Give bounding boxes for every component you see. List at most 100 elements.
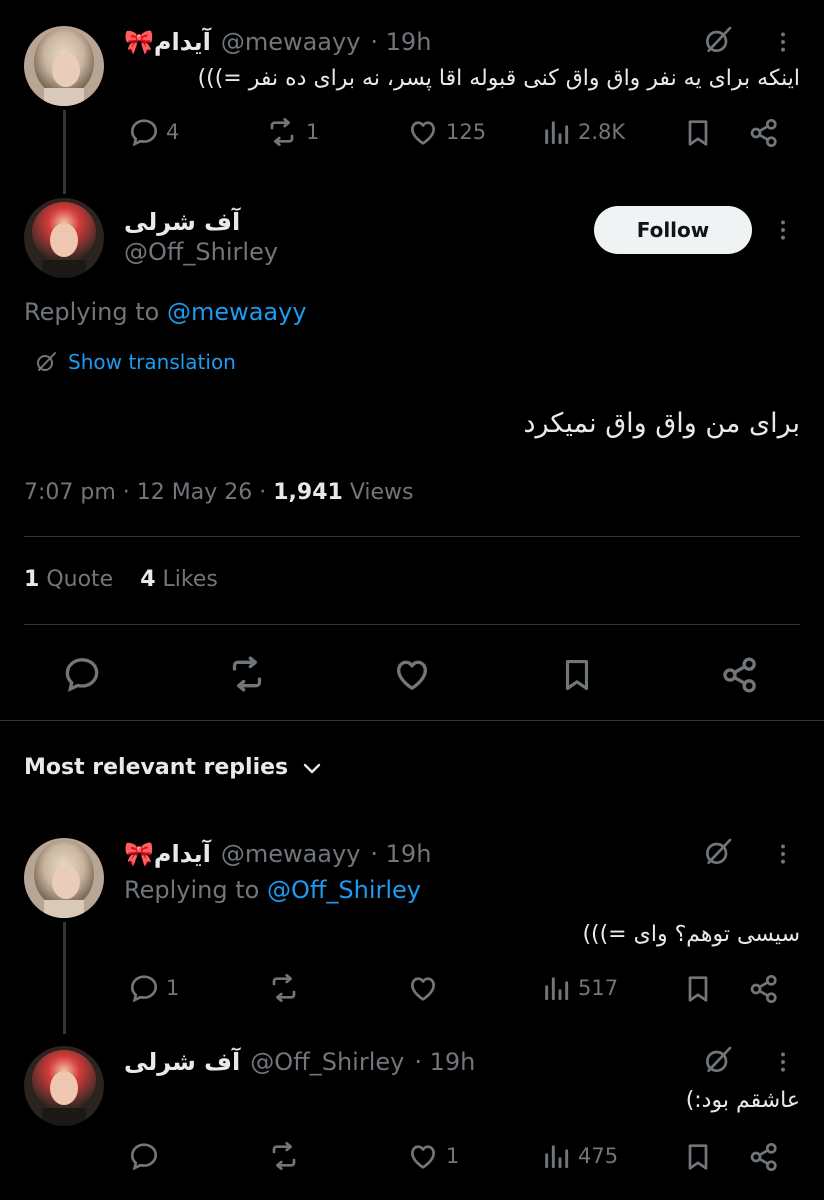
views-count: 475 bbox=[578, 1144, 619, 1168]
bookmark-icon[interactable] bbox=[682, 1140, 714, 1174]
like-count: 1 bbox=[446, 1144, 460, 1168]
retweet-button[interactable]: 1 bbox=[264, 116, 319, 148]
show-translation-label: Show translation bbox=[68, 350, 236, 374]
engagement-stats: 1 Quote 4 Likes bbox=[24, 567, 218, 592]
handle[interactable]: @mewaayy bbox=[221, 840, 361, 868]
retweet-icon[interactable] bbox=[226, 654, 268, 694]
tweet-text: برای من واق واق نمیکرد bbox=[523, 408, 800, 439]
tweet-meta: 7:07 pm · 12 May 26 · 1,941 Views bbox=[24, 480, 413, 505]
replying-label: Replying to bbox=[124, 876, 260, 904]
follow-button[interactable]: Follow bbox=[594, 206, 752, 254]
views-button[interactable]: 2.8K bbox=[540, 116, 625, 148]
replying-handle-link[interactable]: @Off_Shirley bbox=[267, 876, 421, 904]
display-name[interactable]: آیدام🎀 bbox=[124, 28, 211, 56]
reply-button[interactable] bbox=[128, 1140, 160, 1172]
reply-count: 1 bbox=[166, 976, 180, 1000]
retweet-button[interactable] bbox=[266, 972, 302, 1004]
handle[interactable]: @Off_Shirley bbox=[250, 1048, 404, 1076]
timestamp[interactable]: · 19h bbox=[370, 840, 431, 868]
replies-sort-dropdown[interactable]: Most relevant replies bbox=[24, 755, 324, 780]
heart-icon[interactable] bbox=[392, 654, 432, 694]
views-icon bbox=[540, 972, 572, 1004]
thread-line bbox=[63, 110, 66, 194]
grok-icon[interactable] bbox=[702, 836, 734, 868]
retweet-icon bbox=[264, 116, 300, 148]
like-count: 125 bbox=[446, 120, 487, 144]
replying-to: Replying to @Off_Shirley bbox=[124, 876, 421, 904]
display-name[interactable]: آیدام🎀 bbox=[124, 840, 211, 868]
tweet-header: آیدام🎀 @mewaayy · 19h bbox=[124, 28, 431, 56]
bookmark-icon[interactable] bbox=[558, 654, 596, 696]
tweet-text: سیسی توهم؟ وای =))) bbox=[582, 922, 800, 947]
quotes-label: Quote bbox=[46, 567, 114, 592]
views-label: Views bbox=[349, 480, 414, 505]
section-divider bbox=[0, 720, 824, 721]
bookmark-icon[interactable] bbox=[682, 116, 714, 150]
avatar[interactable] bbox=[24, 838, 104, 918]
handle[interactable]: @mewaayy bbox=[221, 28, 361, 56]
thread-line bbox=[63, 922, 66, 1034]
more-icon[interactable] bbox=[770, 28, 796, 56]
views-button[interactable]: 517 bbox=[540, 972, 618, 1004]
likes-link[interactable]: 4 Likes bbox=[140, 567, 218, 592]
share-icon[interactable] bbox=[720, 654, 760, 696]
show-translation-button[interactable]: Show translation bbox=[34, 350, 236, 374]
quotes-link[interactable]: 1 Quote bbox=[24, 567, 120, 592]
reply-icon[interactable] bbox=[62, 654, 102, 694]
share-icon[interactable] bbox=[748, 116, 780, 150]
replying-to: Replying to @mewaayy bbox=[24, 298, 307, 326]
translate-icon bbox=[34, 350, 58, 374]
more-icon[interactable] bbox=[770, 840, 796, 868]
timestamp[interactable]: · 19h bbox=[414, 1048, 475, 1076]
divider bbox=[24, 624, 800, 625]
display-name[interactable]: آف شرلی bbox=[124, 1048, 240, 1076]
reply-icon bbox=[128, 116, 160, 148]
replying-label: Replying to bbox=[24, 298, 160, 326]
heart-icon bbox=[406, 116, 440, 148]
heart-icon bbox=[406, 972, 440, 1004]
views-button[interactable]: 475 bbox=[540, 1140, 618, 1172]
avatar-image-icon bbox=[24, 1046, 104, 1126]
reply-icon bbox=[128, 1140, 160, 1172]
likes-count: 4 bbox=[140, 567, 156, 592]
reply-button[interactable]: 1 bbox=[128, 972, 179, 1004]
tweet-text: اینکه برای یه نفر واق واق کنی قبوله اقا … bbox=[197, 66, 800, 91]
timestamp[interactable]: · 19h bbox=[370, 28, 431, 56]
quotes-count: 1 bbox=[24, 567, 40, 592]
reply-count: 4 bbox=[166, 120, 180, 144]
tweet-text: عاشقم بود:) bbox=[685, 1088, 800, 1113]
sort-label: Most relevant replies bbox=[24, 755, 289, 780]
display-name[interactable]: آف شرلی bbox=[124, 208, 240, 236]
avatar[interactable] bbox=[24, 26, 104, 106]
retweet-icon bbox=[266, 1140, 302, 1172]
heart-icon bbox=[406, 1140, 440, 1172]
share-icon[interactable] bbox=[748, 972, 780, 1006]
replying-handle-link[interactable]: @mewaayy bbox=[167, 298, 307, 326]
retweet-icon bbox=[266, 972, 302, 1004]
avatar-image-icon bbox=[24, 198, 104, 278]
like-button[interactable] bbox=[406, 972, 440, 1004]
views-icon bbox=[540, 1140, 572, 1172]
avatar[interactable] bbox=[24, 198, 104, 278]
like-button[interactable]: 1 bbox=[406, 1140, 459, 1172]
grok-icon[interactable] bbox=[702, 1044, 734, 1076]
handle[interactable]: @Off_Shirley bbox=[124, 238, 278, 266]
share-icon[interactable] bbox=[748, 1140, 780, 1174]
grok-icon[interactable] bbox=[702, 24, 734, 56]
more-icon[interactable] bbox=[770, 216, 796, 244]
like-button[interactable]: 125 bbox=[406, 116, 486, 148]
likes-label: Likes bbox=[162, 567, 218, 592]
reply-icon bbox=[128, 972, 160, 1004]
avatar-image-icon bbox=[24, 838, 104, 918]
views-icon bbox=[540, 116, 572, 148]
avatar-image-icon bbox=[24, 26, 104, 106]
views-count: 517 bbox=[578, 976, 619, 1000]
retweet-button[interactable] bbox=[266, 1140, 302, 1172]
bookmark-icon[interactable] bbox=[682, 972, 714, 1006]
more-icon[interactable] bbox=[770, 1048, 796, 1076]
tweet-timestamp[interactable]: 7:07 pm · 12 May 26 · bbox=[24, 480, 266, 505]
views-count: 2.8K bbox=[578, 120, 626, 144]
tweet-header: آیدام🎀 @mewaayy · 19h bbox=[124, 840, 431, 868]
reply-button[interactable]: 4 bbox=[128, 116, 179, 148]
avatar[interactable] bbox=[24, 1046, 104, 1126]
